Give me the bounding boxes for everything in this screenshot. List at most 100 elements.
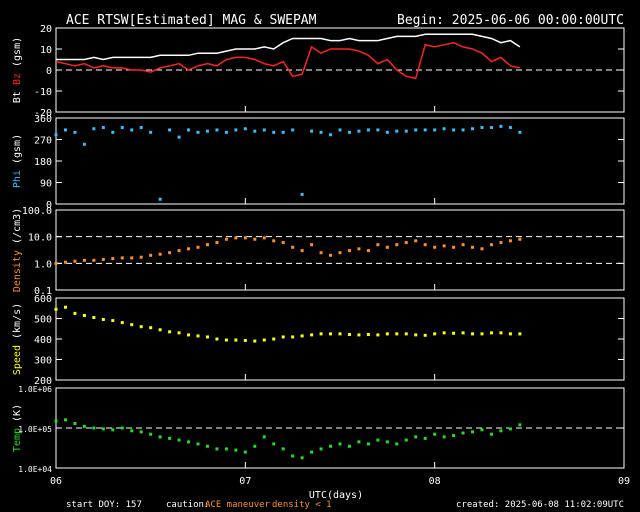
x-tick-label: 09	[618, 476, 630, 487]
density-point	[357, 247, 361, 251]
temp-point	[73, 421, 77, 425]
density-point	[385, 245, 389, 249]
speed-point	[338, 332, 342, 336]
phi-ytick-label: 270	[34, 136, 52, 147]
speed-point	[139, 325, 143, 329]
density-point	[177, 249, 181, 253]
speed-point	[433, 332, 437, 336]
speed-point	[508, 332, 512, 336]
speed-point	[319, 332, 323, 336]
density-point	[243, 236, 247, 240]
phi-point	[272, 130, 276, 134]
temp-point	[300, 456, 304, 460]
speed-point	[262, 338, 266, 342]
speed-point	[310, 333, 314, 337]
temp-point	[111, 428, 115, 432]
temp-point	[480, 428, 484, 432]
plot-background	[0, 0, 640, 512]
density-point	[366, 249, 370, 253]
temp-point	[319, 447, 323, 451]
temp-point	[187, 440, 191, 444]
temp-point	[272, 442, 276, 446]
speed-point	[130, 323, 134, 327]
speed-ytick-label: 400	[34, 335, 52, 346]
density-point	[442, 244, 446, 248]
speed-point	[73, 311, 77, 315]
speed-point	[442, 331, 446, 335]
phi-point	[319, 130, 323, 134]
speed-point	[489, 331, 493, 335]
density-ytick-label: 10.0	[28, 233, 52, 244]
temp-point	[120, 426, 124, 430]
phi-point	[329, 133, 333, 137]
phi-point	[508, 126, 512, 130]
speed-point	[215, 337, 219, 341]
mag-ylabel-part: Bz	[12, 73, 23, 91]
temp-point	[366, 442, 370, 446]
mag-ytick-label: -10	[34, 87, 52, 98]
phi-point	[395, 129, 399, 133]
density-point	[508, 239, 512, 243]
speed-point	[111, 319, 115, 323]
speed-point	[158, 328, 162, 332]
temp-point	[243, 450, 247, 454]
density-ylabel-part: Density	[12, 250, 23, 292]
temp-point	[452, 433, 456, 437]
phi-point	[101, 126, 105, 130]
temp-ytick-label: 1.0E+06	[18, 385, 52, 394]
temp-ylabel: Temp (K)	[12, 404, 23, 452]
phi-point	[73, 130, 77, 134]
temp-point	[196, 442, 200, 446]
temp-point	[518, 423, 522, 427]
density-point	[130, 256, 134, 260]
speed-point	[480, 332, 484, 336]
density-point	[196, 245, 200, 249]
phi-ylabel-part: (gsm)	[12, 134, 23, 170]
speed-point	[177, 331, 181, 335]
speed-point	[224, 338, 228, 342]
phi-point	[414, 128, 418, 132]
density-point	[423, 243, 427, 247]
density-point	[395, 243, 399, 247]
density-point	[139, 255, 143, 259]
density-point	[54, 261, 58, 265]
density-point	[499, 241, 503, 245]
density-point	[187, 247, 191, 251]
speed-point	[281, 335, 285, 339]
density-point	[224, 237, 228, 241]
density-point	[300, 249, 304, 253]
phi-point	[130, 128, 134, 132]
phi-ytick-label: 180	[34, 157, 52, 168]
temp-point	[205, 444, 209, 448]
speed-ytick-label: 500	[34, 315, 52, 326]
phi-point	[423, 128, 427, 132]
density-point	[262, 236, 266, 240]
mag-ylabel-part: Bt	[12, 91, 23, 103]
density-point	[205, 243, 209, 247]
x-tick-label: 07	[239, 476, 251, 487]
speed-point	[329, 332, 333, 336]
temp-point	[262, 435, 266, 439]
density-point	[101, 257, 105, 261]
speed-point	[376, 333, 380, 337]
speed-ytick-label: 300	[34, 356, 52, 367]
density-point	[433, 245, 437, 249]
speed-point	[196, 334, 200, 338]
density-point	[319, 251, 323, 255]
phi-point	[177, 135, 181, 139]
phi-point	[376, 128, 380, 132]
temp-point	[168, 436, 172, 440]
phi-point	[149, 130, 153, 134]
density-point	[215, 241, 219, 245]
phi-point	[366, 128, 370, 132]
temp-point	[54, 419, 58, 423]
phi-point	[281, 130, 285, 134]
start-doy: start DOY: 157	[66, 500, 142, 510]
phi-point	[224, 130, 228, 134]
phi-point	[518, 130, 522, 134]
speed-point	[63, 305, 67, 309]
phi-point	[499, 124, 503, 128]
density-point	[234, 236, 238, 240]
mag-ytick-label: 10	[40, 45, 52, 56]
speed-point	[385, 332, 389, 336]
